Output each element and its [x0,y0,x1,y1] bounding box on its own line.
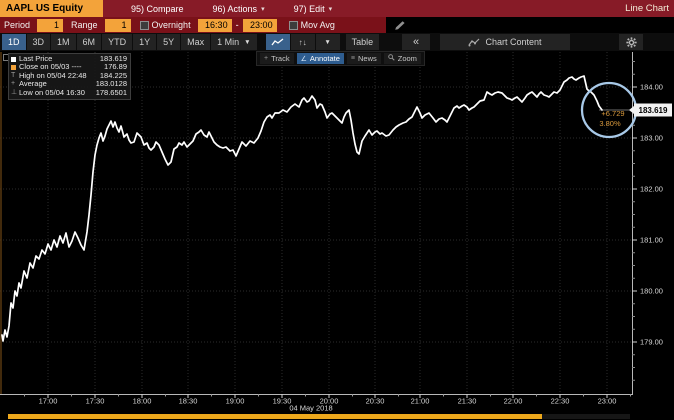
menu-item-compare[interactable]: 95) Compare [131,4,184,14]
menu-item-edit[interactable]: 97) Edit▾ [294,4,333,14]
range-button-max[interactable]: Max [181,34,210,50]
price-line [2,76,602,341]
x-tick-label: 19:00 [226,397,245,406]
settings-button[interactable] [619,34,643,50]
chevron-down-icon: ▾ [261,5,265,13]
range-label: Range [71,20,98,30]
annotation-percent-value: 3.80% [599,119,621,128]
title-bar: AAPL US Equity 95) Compare 96) Actions▾ 97… [0,0,674,17]
chart-toolbar: 1D3D1M6MYTD1Y5YMax 1 Min ▼ ↑↓ ▼ Table « … [0,33,674,51]
range-button-5y[interactable]: 5Y [157,34,180,50]
chart-legend[interactable]: Last Price183.619Close on 05/03 ----176.… [8,53,131,100]
parameters-bar: Period 1 Range 1 Overnight 16:30 - 23:00… [0,17,674,33]
chevron-down-icon: ▼ [324,39,330,46]
ticker-field[interactable]: AAPL US Equity [0,0,103,17]
track-tool-button[interactable]: +Track [260,53,294,64]
series-swatch-icon [11,65,19,70]
annotate-toolbar: +Track∠Annotate≡NewsZoom [256,51,425,66]
chart-options-dropdown[interactable]: ▼ [316,34,340,50]
menu-bar: 95) Compare 96) Actions▾ 97) Edit▾ [131,4,361,14]
x-tick-label: 22:00 [504,397,523,406]
menu-item-actions[interactable]: 96) Actions▾ [213,4,265,14]
chevron-down-icon: ▼ [244,39,250,46]
x-tick-label: 20:30 [366,397,385,406]
range-button-ytd[interactable]: YTD [102,34,132,50]
x-tick-label: 21:00 [411,397,430,406]
collapse-panel-button[interactable]: « [402,34,430,50]
period-input[interactable]: 1 [37,19,63,32]
line-chart-type-button[interactable] [266,34,290,50]
bloomberg-terminal-window: AAPL US Equity 95) Compare 96) Actions▾ 97… [0,0,674,420]
legend-label: Close on 05/03 ---- [19,63,101,71]
chart-content-button[interactable]: Chart Content [440,34,570,50]
marker-glyph-icon: + [11,80,19,88]
range-button-6m[interactable]: 6M [77,34,102,50]
range-button-1y[interactable]: 1Y [133,34,156,50]
chart-content-icon [468,38,480,47]
range-button-group: 1D3D1M6MYTD1Y5YMax [2,34,211,50]
x-tick-label: 18:30 [179,397,198,406]
series-swatch-icon [11,57,19,62]
chart-area[interactable]: 17:0017:3018:0018:3019:0019:3020:0020:30… [0,51,674,420]
y-tick-label: 179.00 [640,338,663,347]
chevron-down-icon: ▾ [329,5,333,13]
range-input[interactable]: 1 [105,19,131,32]
table-button[interactable]: Table [346,34,380,50]
range-button-1d[interactable]: 1D [2,34,26,50]
interval-dropdown[interactable]: 1 Min ▼ [211,34,256,50]
edit-pencil-icon[interactable] [394,20,406,31]
x-tick-label: 22:30 [551,397,570,406]
legend-label: Average [19,80,93,88]
news-icon: ≡ [351,55,355,62]
news-tool-button[interactable]: ≡News [347,53,381,64]
overnight-checkbox[interactable] [140,21,149,30]
chart-mode-label: Line Chart [625,3,674,14]
legend-label: High on 05/04 22:48 [19,72,97,80]
x-tick-label: 23:00 [598,397,617,406]
date-label: 04 May 2018 [289,404,332,413]
zoom-tool-button[interactable]: Zoom [384,53,421,64]
y-tick-label: 182.00 [640,185,663,194]
scrollbar-thumb[interactable] [8,414,542,419]
y-tick-label: 183.00 [640,134,663,143]
x-tick-label: 21:30 [458,397,477,406]
legend-label: Low on 05/04 16:30 [19,89,93,97]
y-tick-label: 184.00 [640,83,663,92]
range-button-3d[interactable]: 3D [27,34,51,50]
time-to-input[interactable]: 23:00 [243,19,277,32]
period-label: Period [4,20,30,30]
track-icon: + [264,55,268,62]
legend-value: 178.6501 [96,89,127,97]
movavg-checkbox[interactable] [289,21,298,30]
parameters-group: Period 1 Range 1 Overnight 16:30 - 23:00… [0,17,386,33]
last-price-badge-arrow [629,106,634,114]
axis-updown-button[interactable]: ↑↓ [291,34,315,50]
price-chart[interactable]: 17:0017:3018:0018:3019:0019:3020:0020:30… [0,51,674,420]
gear-icon [626,37,637,48]
y-tick-label: 180.00 [640,287,663,296]
overnight-label: Overnight [152,20,191,30]
last-price-badge-value: 183.619 [639,106,668,115]
annotation-change-value: +6.729 [601,109,624,118]
updown-arrows-icon: ↑↓ [299,38,307,47]
line-chart-icon [271,38,284,47]
zoom-icon [388,54,395,63]
time-from-input[interactable]: 16:30 [198,19,232,32]
annotate-tool-button[interactable]: ∠Annotate [297,53,344,64]
range-button-1m[interactable]: 1M [51,34,76,50]
legend-label: Last Price [19,55,97,63]
x-tick-label: 17:30 [86,397,105,406]
x-tick-label: 17:00 [39,397,58,406]
legend-row: ⊥Low on 05/04 16:30178.6501 [11,89,127,97]
marker-glyph-icon: ⊥ [11,89,19,97]
y-tick-label: 181.00 [640,236,663,245]
annotate-icon: ∠ [301,55,307,63]
x-tick-label: 18:00 [133,397,152,406]
movavg-label: Mov Avg [301,20,335,30]
time-range-separator: - [236,20,239,30]
marker-glyph-icon: T [11,72,19,80]
